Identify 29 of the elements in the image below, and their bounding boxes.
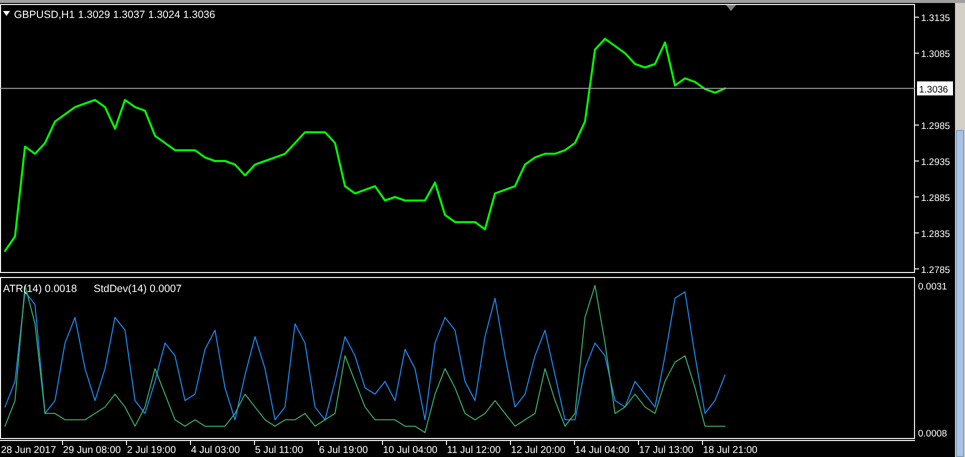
symbol-label: GBPUSD,H1	[14, 9, 75, 21]
dropdown-icon[interactable]	[3, 11, 10, 16]
indicator-tick-label: 0.0031	[918, 281, 948, 292]
vertical-scrollbar[interactable]	[955, 3, 965, 457]
time-tick-label: 28 Jun 2017	[1, 445, 56, 456]
shift-marker-icon[interactable]	[726, 5, 736, 11]
price-tick-label: 1.2835	[921, 228, 950, 240]
time-tick-label: 6 Jul 19:00	[319, 445, 368, 456]
price-tick-label: 1.2985	[921, 121, 950, 132]
price-tick-label: 1.2935	[921, 157, 950, 168]
price-tick-label: 1.3135	[921, 13, 950, 24]
time-tick-label: 11 Jul 12:00	[447, 445, 501, 456]
price-tick-label: 1.3085	[921, 49, 950, 60]
indicator-legend: StdDev(14) 0.0007	[94, 283, 182, 295]
time-tick-label: 12 Jul 20:00	[511, 445, 566, 456]
quote-values: 1.3029 1.3037 1.3024 1.3036	[78, 9, 216, 21]
time-tick-label: 2 Jul 19:00	[127, 445, 176, 456]
ref-line-label: 1.3036	[919, 84, 948, 96]
time-tick-label: 14 Jul 04:00	[575, 445, 630, 456]
scrollbar-thumb[interactable]	[956, 130, 964, 457]
price-tick-label: 1.2785	[921, 264, 950, 275]
price-tick-label: 1.2885	[921, 192, 950, 204]
indicator-tick-label: 0.0008	[918, 428, 948, 440]
time-tick-label: 4 Jul 03:00	[191, 445, 240, 456]
time-tick-label: 18 Jul 21:00	[703, 445, 758, 456]
time-tick-label: 5 Jul 11:00	[255, 445, 304, 456]
time-tick-label: 10 Jul 04:00	[383, 445, 438, 456]
time-tick-label: 29 Jun 08:00	[63, 445, 121, 456]
time-tick-label: 17 Jul 13:00	[639, 445, 694, 456]
